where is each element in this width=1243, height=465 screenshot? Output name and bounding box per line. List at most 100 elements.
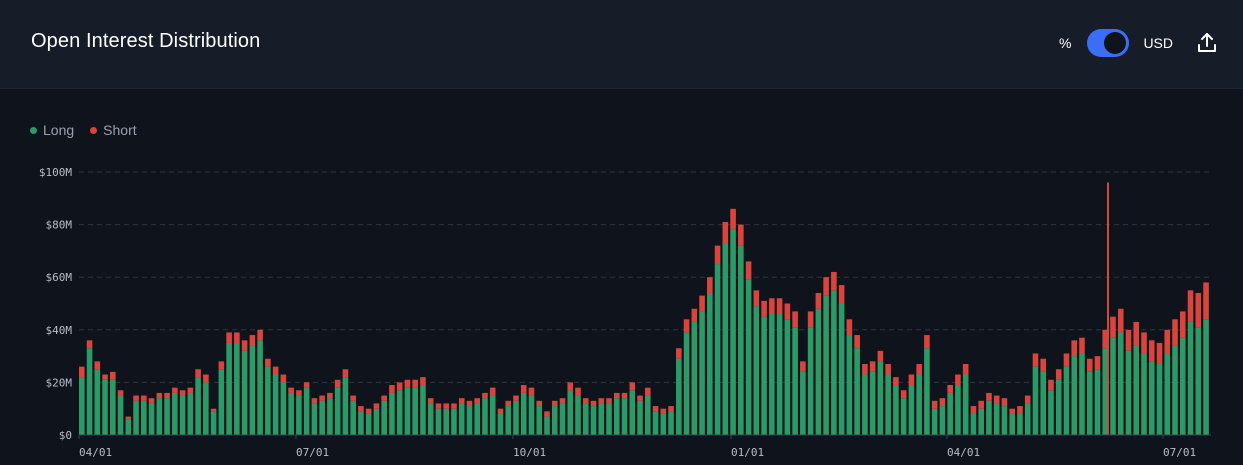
bar-short[interactable] [893, 377, 899, 386]
bar-short[interactable] [288, 387, 294, 393]
bar-short[interactable] [110, 371, 116, 380]
bar-short[interactable] [156, 392, 163, 399]
bar-long[interactable] [125, 419, 132, 435]
bar-short[interactable] [784, 303, 791, 320]
bar-long[interactable] [303, 387, 310, 435]
bar-short[interactable] [908, 374, 915, 386]
bar-short[interactable] [296, 390, 302, 396]
bar-long[interactable] [218, 369, 225, 435]
bar-long[interactable] [327, 398, 333, 435]
bar-long[interactable] [474, 403, 481, 435]
bar-short[interactable] [1094, 356, 1101, 370]
bar-short[interactable] [621, 392, 628, 399]
bar-short[interactable] [645, 387, 651, 396]
bar-short[interactable] [769, 298, 775, 315]
bar-long[interactable] [1055, 379, 1062, 435]
bar-long[interactable] [955, 385, 961, 435]
bar-short[interactable] [396, 382, 403, 391]
bar-short[interactable] [520, 385, 527, 393]
bar-long[interactable] [536, 406, 543, 435]
bar-long[interactable] [551, 406, 558, 435]
bar-long[interactable] [629, 390, 636, 435]
bar-short[interactable] [993, 395, 1000, 404]
bar-short[interactable] [1164, 329, 1171, 354]
bar-short[interactable] [699, 295, 705, 312]
bar-long[interactable] [1172, 345, 1178, 435]
bar-long[interactable] [133, 400, 139, 435]
bar-long[interactable] [970, 413, 977, 435]
bar-long[interactable] [94, 369, 101, 435]
bar-long[interactable] [714, 264, 721, 435]
bar-long[interactable] [722, 243, 729, 435]
bar-short[interactable] [381, 395, 387, 401]
bar-short[interactable] [404, 379, 411, 388]
bar-short[interactable] [125, 416, 132, 420]
bar-long[interactable] [1117, 332, 1124, 435]
bar-long[interactable] [1203, 319, 1209, 435]
bar-long[interactable] [869, 371, 876, 435]
bar-short-spike[interactable] [1107, 182, 1109, 435]
bar-short[interactable] [79, 366, 85, 378]
share-icon[interactable] [1195, 31, 1219, 55]
bar-long[interactable] [296, 395, 302, 435]
bar-long[interactable] [807, 327, 814, 435]
bar-short[interactable] [1071, 340, 1078, 357]
bar-long[interactable] [342, 377, 349, 435]
bar-short[interactable] [117, 390, 124, 396]
bar-long[interactable] [947, 392, 953, 435]
bar-short[interactable] [1001, 398, 1008, 407]
bar-long[interactable] [683, 332, 690, 435]
bar-long[interactable] [164, 398, 170, 435]
bar-long[interactable] [466, 406, 473, 435]
bar-short[interactable] [606, 398, 612, 404]
bar-long[interactable] [1148, 361, 1155, 435]
bar-short[interactable] [846, 319, 853, 336]
bar-short[interactable] [172, 387, 178, 393]
bar-long[interactable] [908, 385, 915, 435]
bar-long[interactable] [769, 314, 775, 435]
bar-short[interactable] [218, 361, 225, 370]
bar-short[interactable] [482, 392, 488, 399]
bar-short[interactable] [1203, 282, 1209, 320]
bar-long[interactable] [823, 295, 829, 435]
bar-short[interactable] [730, 208, 736, 230]
bar-short[interactable] [1187, 290, 1194, 322]
legend-item-short[interactable]: Short [90, 122, 137, 138]
bar-short[interactable] [1086, 358, 1093, 372]
bar-long[interactable] [1001, 406, 1008, 435]
bar-long[interactable] [815, 308, 822, 435]
bar-long[interactable] [203, 382, 209, 435]
bar-long[interactable] [497, 413, 504, 435]
bar-short[interactable] [179, 390, 186, 396]
bar-short[interactable] [1141, 332, 1147, 354]
bar-short[interactable] [334, 379, 341, 388]
bar-long[interactable] [838, 303, 845, 436]
bar-long[interactable] [1133, 345, 1140, 435]
bar-short[interactable] [753, 290, 760, 307]
bar-long[interactable] [1179, 337, 1186, 435]
bar-long[interactable] [1110, 337, 1116, 435]
bar-long[interactable] [645, 395, 651, 435]
bar-short[interactable] [133, 395, 139, 401]
bar-short[interactable] [955, 374, 961, 386]
bar-short[interactable] [544, 411, 550, 417]
bar-long[interactable] [451, 408, 457, 435]
bar-short[interactable] [590, 400, 597, 407]
bar-short[interactable] [148, 398, 155, 404]
bar-short[interactable] [613, 392, 620, 399]
bar-short[interactable] [652, 406, 659, 412]
bar-long[interactable] [427, 403, 434, 435]
bar-short[interactable] [931, 400, 938, 409]
bar-long[interactable] [358, 411, 364, 435]
bar-short[interactable] [575, 387, 581, 396]
bar-long[interactable] [575, 395, 581, 435]
bar-long[interactable] [916, 374, 922, 435]
bar-long[interactable] [1040, 371, 1047, 435]
bar-long[interactable] [691, 321, 698, 435]
bar-short[interactable] [536, 400, 543, 407]
bar-long[interactable] [993, 403, 1000, 435]
bar-long[interactable] [435, 408, 442, 435]
bar-short[interactable] [365, 408, 372, 414]
bar-short[interactable] [474, 398, 481, 404]
bar-long[interactable] [241, 350, 248, 435]
